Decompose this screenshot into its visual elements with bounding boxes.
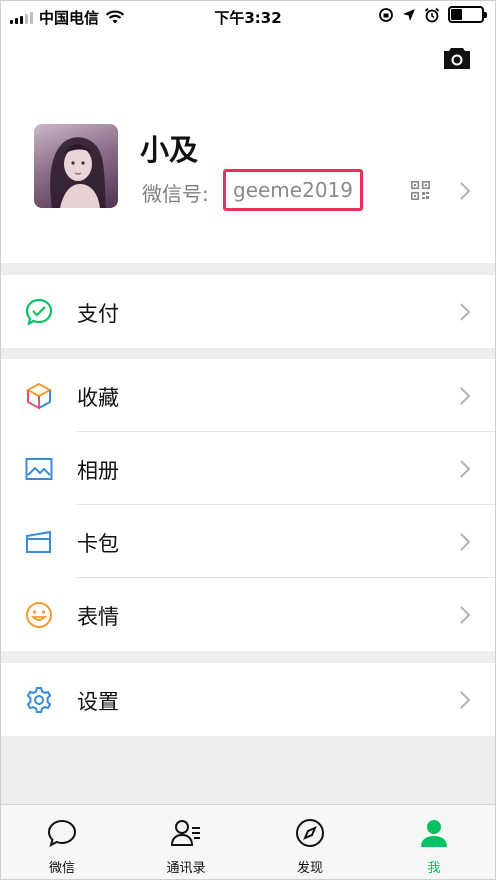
menu-group-settings: 设置 <box>0 663 496 736</box>
chevron-right-icon <box>460 691 471 709</box>
battery-icon <box>448 6 487 23</box>
favorites-cube-icon <box>25 382 53 410</box>
chevron-right-icon <box>460 606 471 624</box>
contacts-icon <box>170 820 200 846</box>
menu-label-pay: 支付 <box>77 302 119 326</box>
chat-bubble-icon <box>47 819 77 847</box>
album-icon <box>25 458 53 480</box>
menu-label-stickers: 表情 <box>77 605 119 629</box>
card-wallet-icon <box>26 530 51 553</box>
tab-label: 通讯录 <box>166 861 206 876</box>
smiley-icon <box>26 602 52 628</box>
profile-name: 小及 <box>140 133 199 167</box>
avatar[interactable] <box>34 124 118 208</box>
tab-bar: 微信 通讯录 发现 我 <box>0 804 496 880</box>
tab-discover[interactable]: 发现 <box>248 805 372 880</box>
tab-label: 我 <box>427 861 441 876</box>
menu-item-album[interactable]: 相册 <box>0 432 496 505</box>
menu-label-album: 相册 <box>77 459 119 483</box>
profile-chevron-icon[interactable] <box>459 181 471 201</box>
menu-item-favorites[interactable]: 收藏 <box>0 359 496 432</box>
menu-item-pay[interactable]: 支付 <box>0 275 496 348</box>
tab-label: 发现 <box>296 861 323 876</box>
menu-item-cards[interactable]: 卡包 <box>0 505 496 578</box>
menu-label-settings: 设置 <box>77 690 119 714</box>
chevron-right-icon <box>460 303 471 321</box>
rotation-lock-icon <box>379 7 393 22</box>
menu-label-favorites: 收藏 <box>77 386 119 410</box>
menu-group-pay: 支付 <box>0 275 496 348</box>
camera-icon[interactable] <box>442 45 472 71</box>
menu-group-main: 收藏 相册 卡包 表情 <box>0 359 496 651</box>
compass-icon <box>296 819 324 847</box>
location-icon <box>403 8 415 21</box>
chevron-right-icon <box>460 533 471 551</box>
qr-code-icon[interactable] <box>411 181 430 200</box>
chevron-right-icon <box>460 460 471 478</box>
pay-icon <box>25 298 53 326</box>
menu-item-settings[interactable]: 设置 <box>0 663 496 736</box>
status-indicators <box>378 6 487 23</box>
alarm-icon <box>424 7 440 22</box>
wechat-id-value: geeme2019 <box>223 169 363 211</box>
menu-item-stickers[interactable]: 表情 <box>0 578 496 651</box>
person-icon <box>421 820 447 847</box>
wechat-id-label: 微信号: <box>142 182 209 206</box>
gear-icon <box>26 687 52 713</box>
tab-me[interactable]: 我 <box>372 805 496 880</box>
avatar-photo <box>50 137 106 208</box>
chevron-right-icon <box>460 387 471 405</box>
tab-chats[interactable]: 微信 <box>0 805 124 880</box>
menu-label-cards: 卡包 <box>77 532 119 556</box>
status-bar: 中国电信 下午3:32 <box>0 0 496 33</box>
profile-header: 小及 微信号: geeme2019 <box>0 33 496 263</box>
tab-label: 微信 <box>48 861 75 876</box>
tab-contacts[interactable]: 通讯录 <box>124 805 248 880</box>
